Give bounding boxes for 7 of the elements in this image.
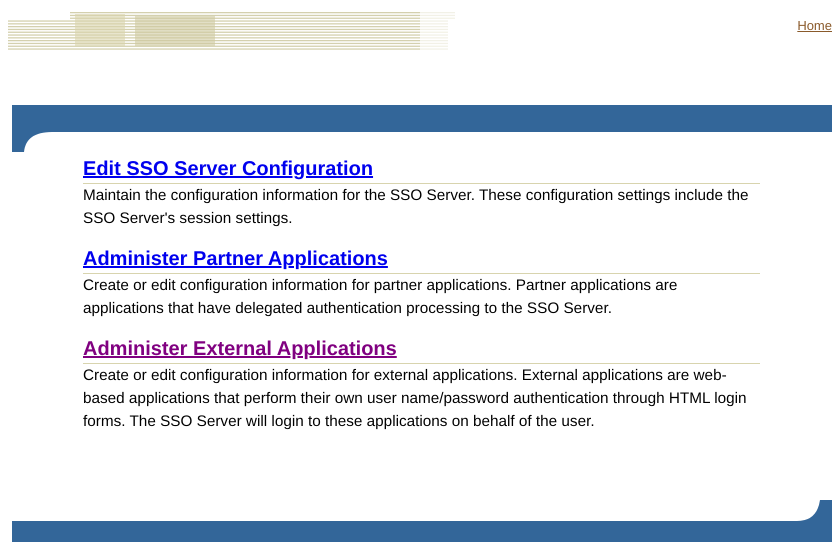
- section-link[interactable]: Administer External Applications: [83, 336, 397, 362]
- section-link[interactable]: Edit SSO Server Configuration: [83, 156, 374, 182]
- section-description: Maintain the configuration information for the SSO Server. These configuration settings include the SSO Server's session settings.: [83, 186, 750, 229]
- section-description: Create or edit configuration information for external applications. External applications are web-based applications that perform their own user name/password authentication through HTML login forms. The SSO Server will login to these applications on behalf of the user.: [83, 366, 748, 432]
- home-link[interactable]: Home: [797, 16, 832, 105]
- section-link[interactable]: Administer Partner Applications: [83, 246, 388, 272]
- section-description: Create or edit configuration information for partner applications. Partner applications are applications that have delegated authentication processing to the SSO Server.: [83, 276, 678, 319]
